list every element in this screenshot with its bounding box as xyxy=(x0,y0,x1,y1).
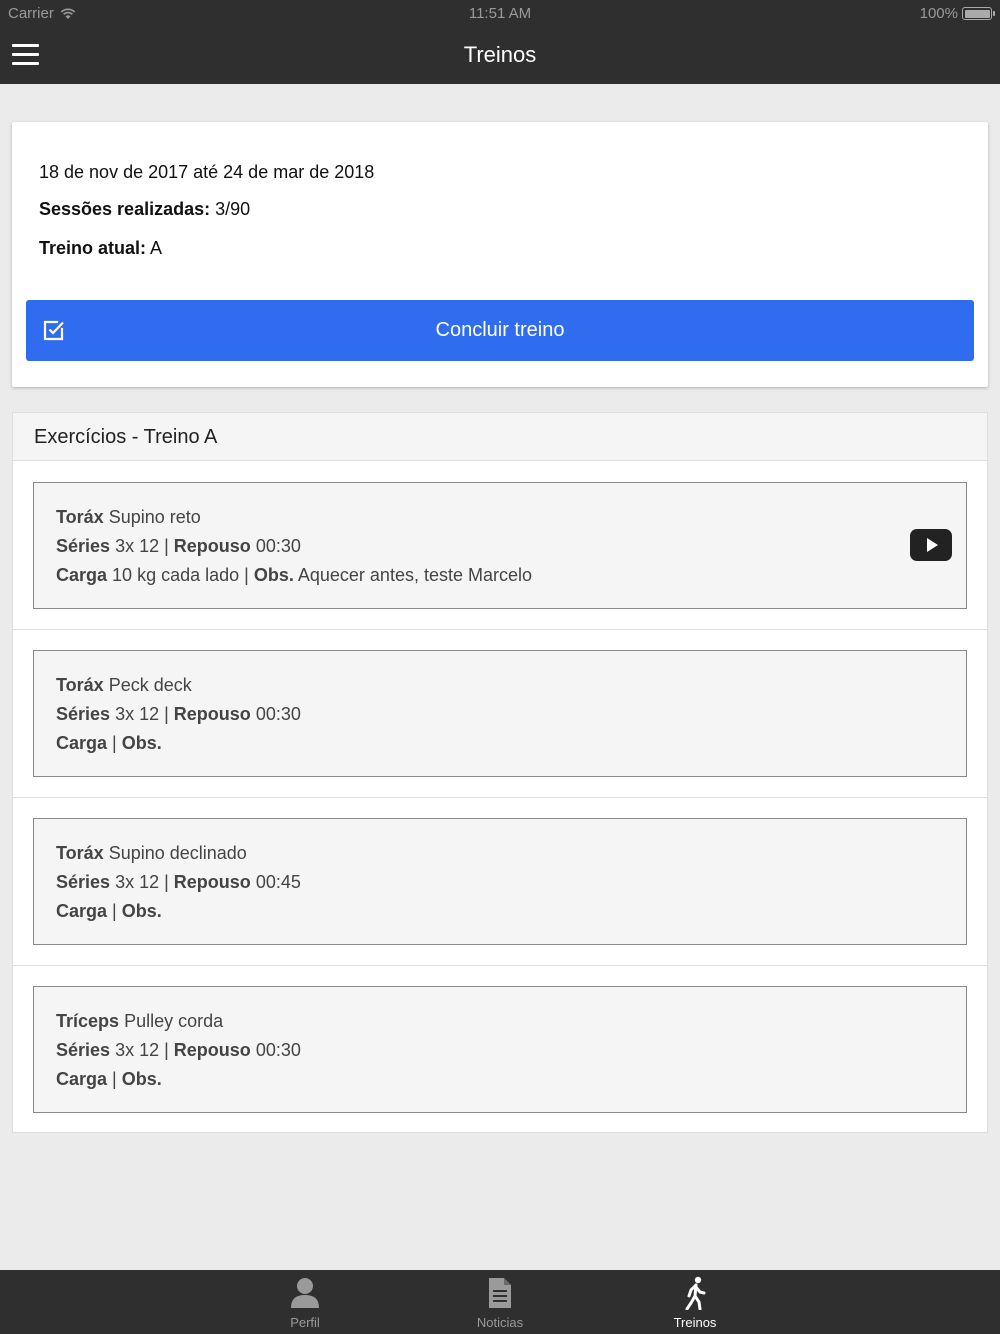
exercise-row: Toráx Peck deck Séries 3x 12 | Repouso 0… xyxy=(13,630,987,798)
load-label: Carga xyxy=(56,1069,108,1089)
exercise-load-line: Carga 10 kg cada lado | Obs. Aquecer ant… xyxy=(56,565,532,585)
exercise-load-line: Carga | Obs. xyxy=(56,733,162,753)
exercise-name: Supino reto xyxy=(108,507,201,527)
training-period: 18 de nov de 2017 até 24 de mar de 2018 xyxy=(39,162,375,182)
conclude-training-label: Concluir treino xyxy=(435,319,565,341)
tab-treinos[interactable]: Treinos xyxy=(635,1270,755,1334)
exercise-item[interactable]: Tríceps Pulley corda Séries 3x 12 | Repo… xyxy=(33,986,967,1113)
rest-value: 00:30 xyxy=(255,704,301,724)
rest-value: 00:30 xyxy=(255,536,301,556)
battery-icon xyxy=(962,7,995,20)
series-label: Séries xyxy=(56,704,111,724)
exercises-card: Exercícios - Treino A Toráx Supino reto … xyxy=(12,412,988,1133)
sessions-value: 3/90 xyxy=(215,199,251,219)
tab-label: Treinos xyxy=(673,1315,717,1330)
load-label: Carga xyxy=(56,901,108,921)
current-training-value: A xyxy=(150,238,163,258)
exercise-row: Toráx Supino reto Séries 3x 12 | Repouso… xyxy=(13,462,987,630)
series-value: 3x 12 xyxy=(115,872,160,892)
exercise-title: Toráx Supino declinado xyxy=(56,843,247,864)
exercise-load-line: Carga | Obs. xyxy=(56,1069,162,1089)
tab-perfil[interactable]: Perfil xyxy=(245,1270,365,1334)
exercise-title: Toráx Supino reto xyxy=(56,507,201,528)
exercise-name: Supino declinado xyxy=(108,843,247,863)
series-label: Séries xyxy=(56,1040,111,1060)
tab-bar: Perfil Noticias Treinos xyxy=(0,1270,1000,1334)
obs-label: Obs. xyxy=(121,733,162,753)
walking-icon xyxy=(685,1276,706,1310)
obs-label: Obs. xyxy=(121,1069,162,1089)
series-label: Séries xyxy=(56,536,111,556)
exercise-title: Tríceps Pulley corda xyxy=(56,1011,223,1032)
exercise-name: Peck deck xyxy=(108,675,192,695)
tab-label: Noticias xyxy=(476,1315,524,1330)
exercise-item[interactable]: Toráx Supino reto Séries 3x 12 | Repouso… xyxy=(33,482,967,609)
exercise-group: Tríceps xyxy=(56,1011,120,1031)
current-training-line: Treino atual: A xyxy=(39,238,162,259)
exercise-series-line: Séries 3x 12 | Repouso 00:30 xyxy=(56,1040,301,1060)
conclude-training-button[interactable]: Concluir treino xyxy=(26,300,974,361)
rest-value: 00:30 xyxy=(255,1040,301,1060)
exercise-load-line: Carga | Obs. xyxy=(56,901,162,921)
exercise-row: Toráx Supino declinado Séries 3x 12 | Re… xyxy=(13,798,987,966)
obs-label: Obs. xyxy=(121,901,162,921)
sessions-line: Sessões realizadas: 3/90 xyxy=(39,199,250,220)
exercise-group: Toráx xyxy=(56,675,104,695)
person-icon xyxy=(291,1278,319,1308)
document-icon xyxy=(489,1278,511,1308)
exercise-series-line: Séries 3x 12 | Repouso 00:30 xyxy=(56,536,301,556)
page-title: Treinos xyxy=(463,42,537,67)
battery-percent: 100% xyxy=(919,5,958,22)
series-value: 3x 12 xyxy=(115,536,160,556)
exercise-group: Toráx xyxy=(56,843,104,863)
exercise-row: Tríceps Pulley corda Séries 3x 12 | Repo… xyxy=(13,966,987,1134)
load-label: Carga xyxy=(56,733,108,753)
exercise-item[interactable]: Toráx Peck deck Séries 3x 12 | Repouso 0… xyxy=(33,650,967,777)
rest-label: Repouso xyxy=(173,1040,251,1060)
rest-label: Repouso xyxy=(173,704,251,724)
rest-label: Repouso xyxy=(173,872,251,892)
obs-label: Obs. xyxy=(253,565,294,585)
exercise-series-line: Séries 3x 12 | Repouso 00:45 xyxy=(56,872,301,892)
exercise-title: Toráx Peck deck xyxy=(56,675,192,696)
current-training-label: Treino atual: xyxy=(39,238,147,258)
training-summary-card: 18 de nov de 2017 até 24 de mar de 2018 … xyxy=(12,122,988,387)
battery-indicator: 100% xyxy=(919,5,995,22)
exercises-header: Exercícios - Treino A xyxy=(13,413,987,461)
sessions-label: Sessões realizadas: xyxy=(39,199,211,219)
rest-label: Repouso xyxy=(173,536,251,556)
series-label: Séries xyxy=(56,872,111,892)
exercise-series-line: Séries 3x 12 | Repouso 00:30 xyxy=(56,704,301,724)
obs-value: Aquecer antes, teste Marcelo xyxy=(297,565,532,585)
navigation-bar: Treinos xyxy=(0,28,1000,84)
load-value: 10 kg cada lado xyxy=(112,565,240,585)
tab-noticias[interactable]: Noticias xyxy=(440,1270,560,1334)
tab-label: Perfil xyxy=(290,1315,320,1330)
status-bar: Carrier 11:51 AM 100% xyxy=(0,0,1000,28)
load-label: Carga xyxy=(56,565,108,585)
clock: 11:51 AM xyxy=(468,5,532,22)
exercise-name: Pulley corda xyxy=(124,1011,224,1031)
series-value: 3x 12 xyxy=(115,1040,160,1060)
play-video-icon[interactable] xyxy=(910,529,952,561)
series-value: 3x 12 xyxy=(115,704,160,724)
exercise-item[interactable]: Toráx Supino declinado Séries 3x 12 | Re… xyxy=(33,818,967,945)
rest-value: 00:45 xyxy=(255,872,301,892)
exercise-group: Toráx xyxy=(56,507,104,527)
